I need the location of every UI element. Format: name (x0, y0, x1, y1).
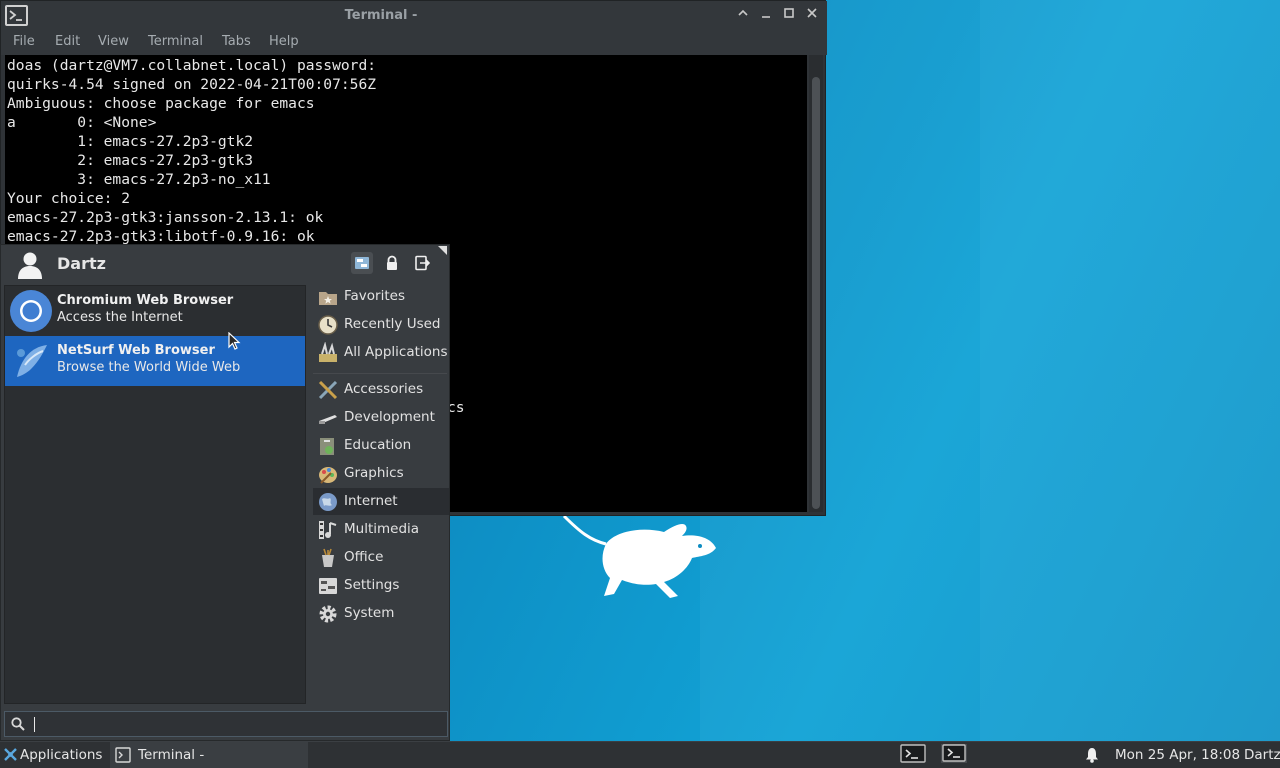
terminal-line: 2: emacs-27.2p3-gtk3 (7, 152, 254, 169)
development-icon (319, 415, 337, 424)
menu-tabs[interactable]: Tabs (222, 34, 251, 49)
category-label: Internet (344, 493, 398, 509)
category-label: Settings (344, 577, 400, 593)
mouse-pointer-icon (228, 332, 241, 350)
chromium-icon (10, 290, 52, 332)
terminal-line: Your choice: 2 (7, 190, 131, 207)
category-label: Favorites (344, 288, 405, 304)
terminal-line: doas (dartz@VM7.collabnet.local) passwor… (7, 57, 377, 74)
netsurf-icon (17, 345, 47, 377)
education-icon (320, 438, 334, 455)
category-label: Multimedia (344, 521, 420, 537)
application-menu: Dartz Chromium Web Browser Access the In… (0, 244, 450, 741)
window-title: Terminal - (344, 8, 418, 23)
taskbar-terminal-button[interactable]: Terminal - (110, 742, 308, 768)
taskbar: Applications Terminal - Mon 25 Apr, 18:0… (0, 741, 1280, 768)
favorites-icon (319, 292, 337, 305)
xfce-mouse-logo (562, 514, 716, 598)
task-label: Terminal - (138, 747, 205, 763)
all-applications-icon (319, 342, 337, 362)
category-internet[interactable]: Internet (313, 488, 449, 515)
search-box[interactable] (4, 711, 448, 737)
taskbar-user[interactable]: Dartz (1244, 747, 1280, 763)
clock-icon (318, 315, 338, 335)
favorites-list: Chromium Web Browser Access the Internet… (4, 285, 306, 704)
category-graphics[interactable]: Graphics (313, 460, 449, 487)
terminal-menubar: File Edit View Terminal Tabs Help (1, 31, 827, 55)
category-label: System (344, 605, 395, 621)
scrollbar-thumb[interactable] (812, 77, 820, 509)
menu-view[interactable]: View (98, 34, 129, 49)
lock-screen-button[interactable] (381, 252, 403, 274)
shade-button[interactable] (734, 7, 752, 25)
log-out-button[interactable] (411, 252, 433, 274)
clock[interactable]: Mon 25 Apr, 18:08 (1115, 747, 1240, 763)
settings-manager-button[interactable] (351, 252, 373, 274)
settings-icon (319, 578, 337, 594)
accessories-icon (318, 380, 338, 400)
app-name: Chromium Web Browser (57, 293, 234, 308)
terminal-line: emacs-27.2p3-gtk3:jansson-2.13.1: ok (7, 209, 324, 226)
category-favorites[interactable]: Favorites (313, 283, 449, 310)
multimedia-icon (319, 521, 337, 539)
terminal-titlebar[interactable]: Terminal - (1, 1, 827, 31)
category-recently-used[interactable]: Recently Used (313, 311, 449, 338)
close-button[interactable] (803, 7, 821, 25)
terminal-line: a 0: <None> (7, 114, 157, 131)
category-settings[interactable]: Settings (313, 572, 449, 599)
menu-edit[interactable]: Edit (55, 34, 80, 49)
category-label: Recently Used (344, 316, 441, 332)
category-multimedia[interactable]: Multimedia (313, 516, 449, 543)
notification-bell-icon[interactable] (1085, 747, 1099, 763)
search-icon (11, 717, 25, 731)
category-office[interactable]: Office (313, 544, 449, 571)
office-icon (322, 548, 334, 567)
category-accessories[interactable]: Accessories (313, 376, 449, 403)
menu-terminal[interactable]: Terminal (148, 34, 203, 49)
category-education[interactable]: Education (313, 432, 449, 459)
gear-icon (319, 605, 337, 623)
category-label: Graphics (344, 465, 404, 481)
category-all-applications[interactable]: All Applications (313, 339, 449, 366)
app-description: Browse the World Wide Web (57, 360, 241, 375)
user-avatar-icon (18, 252, 42, 279)
category-label: Office (344, 549, 384, 565)
list-item-netsurf[interactable]: NetSurf Web Browser Browse the World Wid… (5, 336, 305, 386)
workspace-1-icon[interactable] (896, 743, 930, 765)
resize-grip[interactable] (438, 246, 447, 255)
category-system[interactable]: System (313, 600, 449, 627)
minimize-button[interactable] (757, 7, 775, 25)
category-separator (313, 373, 447, 374)
globe-icon (319, 493, 337, 511)
terminal-line: 3: emacs-27.2p3-no_x11 (7, 171, 271, 188)
user-name: Dartz (57, 254, 106, 273)
terminal-icon (115, 747, 131, 763)
search-input[interactable] (31, 714, 441, 734)
category-label: Education (344, 437, 412, 453)
workspace-2-icon[interactable] (938, 743, 972, 765)
menu-help[interactable]: Help (269, 34, 299, 49)
terminal-line: quirks-4.54 signed on 2022-04-21T00:07:5… (7, 76, 377, 93)
applications-menu-button[interactable]: Applications (0, 742, 108, 768)
list-item-chromium[interactable]: Chromium Web Browser Access the Internet (5, 286, 305, 336)
category-label: Accessories (344, 381, 424, 397)
text-caret (34, 717, 35, 732)
category-label: All Applications (344, 344, 448, 360)
category-development[interactable]: Development (313, 404, 449, 431)
terminal-scrollbar[interactable] (809, 55, 823, 512)
menu-file[interactable]: File (13, 34, 35, 49)
xfce-logo-icon (4, 748, 17, 761)
app-name: NetSurf Web Browser (57, 343, 215, 358)
category-label: Development (344, 409, 435, 425)
terminal-line: Ambiguous: choose package for emacs (7, 95, 315, 112)
terminal-line: 1: emacs-27.2p3-gtk2 (7, 133, 254, 150)
graphics-icon (319, 467, 337, 484)
app-description: Access the Internet (57, 310, 183, 325)
applications-label: Applications (20, 747, 103, 763)
maximize-button[interactable] (780, 7, 798, 25)
